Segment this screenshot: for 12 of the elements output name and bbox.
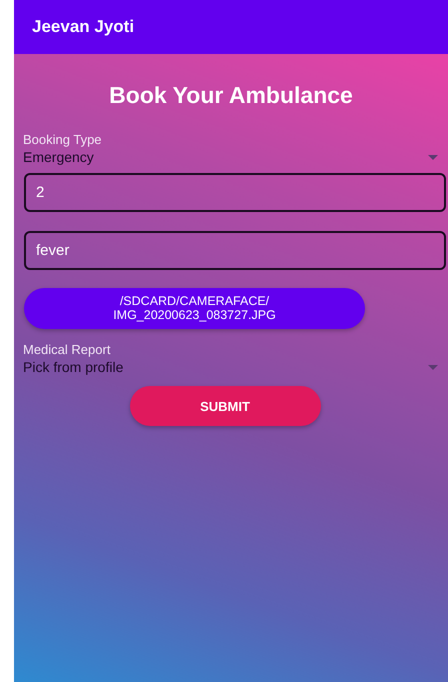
field-label: Medical Report — [23, 342, 110, 357]
input-field[interactable]: fever — [24, 231, 446, 270]
input-field[interactable]: 2 — [24, 173, 446, 212]
file-button[interactable]: /SDCARD/CAMERAFACE/ IMG_20200623_083727.JPG — [24, 288, 365, 329]
submit-button[interactable]: SUBMIT — [130, 386, 320, 426]
dropdown-caret-icon[interactable] — [428, 364, 438, 370]
page-heading: Book Your Ambulance — [109, 82, 353, 109]
dropdown-caret-icon[interactable] — [428, 154, 438, 160]
app-title: Jeevan Jyoti — [32, 17, 134, 37]
dropdown-value[interactable]: Emergency — [23, 149, 94, 165]
field-label: Booking Type — [23, 132, 102, 147]
dropdown-value[interactable]: Pick from profile — [23, 359, 124, 375]
